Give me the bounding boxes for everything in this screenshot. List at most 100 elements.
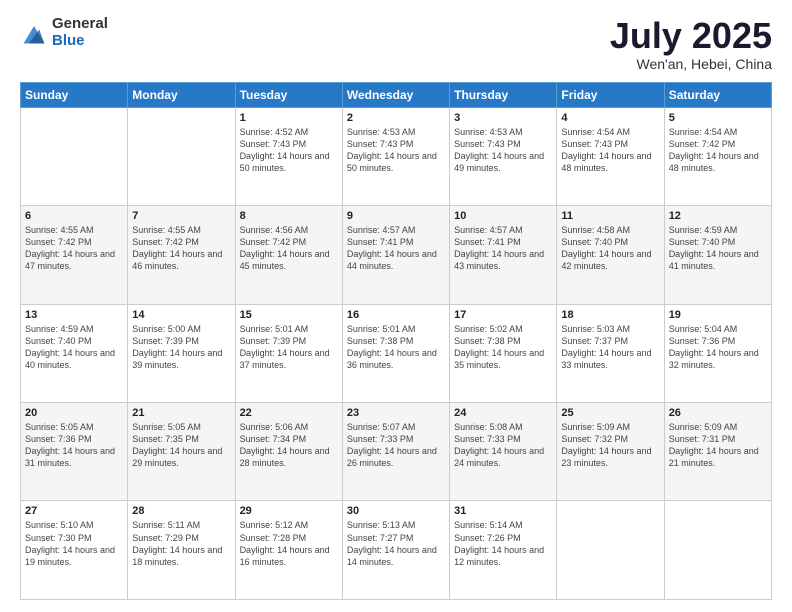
day-cell (128, 107, 235, 205)
day-number: 19 (669, 309, 767, 321)
day-cell: 29Sunrise: 5:12 AM Sunset: 7:28 PM Dayli… (235, 501, 342, 600)
day-cell: 18Sunrise: 5:03 AM Sunset: 7:37 PM Dayli… (557, 304, 664, 402)
day-info: Sunrise: 5:08 AM Sunset: 7:33 PM Dayligh… (454, 421, 552, 470)
day-cell: 5 Sunrise: 4:54 AM Sunset: 7:42 PM Daylig… (664, 107, 771, 205)
week-row-5: 27Sunrise: 5:10 AM Sunset: 7:30 PM Dayli… (21, 501, 772, 600)
day-number: 30 (347, 505, 445, 517)
day-info: Sunrise: 5:14 AM Sunset: 7:26 PM Dayligh… (454, 519, 552, 568)
day-header-friday: Friday (557, 82, 664, 107)
day-cell: 1 Sunrise: 4:52 AM Sunset: 7:43 PM Daylig… (235, 107, 342, 205)
day-number: 9 (347, 210, 445, 222)
day-info: Sunrise: 5:12 AM Sunset: 7:28 PM Dayligh… (240, 519, 338, 568)
day-number: 21 (132, 407, 230, 419)
day-info: Sunrise: 4:59 AM Sunset: 7:40 PM Dayligh… (669, 224, 767, 273)
week-row-3: 13Sunrise: 4:59 AM Sunset: 7:40 PM Dayli… (21, 304, 772, 402)
day-header-monday: Monday (128, 82, 235, 107)
day-info: Sunrise: 4:54 AM Sunset: 7:42 PM Dayligh… (669, 126, 767, 175)
day-info: Sunrise: 5:03 AM Sunset: 7:37 PM Dayligh… (561, 323, 659, 372)
day-info: Sunrise: 4:52 AM Sunset: 7:43 PM Dayligh… (240, 126, 338, 175)
day-number: 11 (561, 210, 659, 222)
day-header-thursday: Thursday (450, 82, 557, 107)
week-row-2: 6 Sunrise: 4:55 AM Sunset: 7:42 PM Daylig… (21, 206, 772, 304)
day-cell: 14 Sunrise: 5:00 AM Sunset: 7:39 PM Dayli… (128, 304, 235, 402)
logo-text: General Blue (52, 16, 108, 49)
logo-icon (20, 19, 48, 47)
day-number: 8 (240, 210, 338, 222)
logo: General Blue (20, 16, 108, 49)
day-number: 20 (25, 407, 123, 419)
day-info: Sunrise: 4:57 AM Sunset: 7:41 PM Dayligh… (347, 224, 445, 273)
month-title: July 2025 (610, 16, 772, 56)
day-cell: 28Sunrise: 5:11 AM Sunset: 7:29 PM Dayli… (128, 501, 235, 600)
day-number: 12 (669, 210, 767, 222)
day-number: 6 (25, 210, 123, 222)
day-cell: 23Sunrise: 5:07 AM Sunset: 7:33 PM Dayli… (342, 403, 449, 501)
day-cell (664, 501, 771, 600)
day-number: 15 (240, 309, 338, 321)
day-info: Sunrise: 5:05 AM Sunset: 7:35 PM Dayligh… (132, 421, 230, 470)
day-info: Sunrise: 4:58 AM Sunset: 7:40 PM Dayligh… (561, 224, 659, 273)
calendar-page: General Blue July 2025 Wen'an, Hebei, Ch… (0, 0, 792, 612)
day-cell (21, 107, 128, 205)
day-info: Sunrise: 4:54 AM Sunset: 7:43 PM Dayligh… (561, 126, 659, 175)
day-info: Sunrise: 5:11 AM Sunset: 7:29 PM Dayligh… (132, 519, 230, 568)
day-info: Sunrise: 5:06 AM Sunset: 7:34 PM Dayligh… (240, 421, 338, 470)
day-cell (557, 501, 664, 600)
day-info: Sunrise: 5:04 AM Sunset: 7:36 PM Dayligh… (669, 323, 767, 372)
day-cell: 9 Sunrise: 4:57 AM Sunset: 7:41 PM Daylig… (342, 206, 449, 304)
logo-blue-text: Blue (52, 33, 108, 50)
day-header-wednesday: Wednesday (342, 82, 449, 107)
day-info: Sunrise: 5:01 AM Sunset: 7:39 PM Dayligh… (240, 323, 338, 372)
day-cell: 30Sunrise: 5:13 AM Sunset: 7:27 PM Dayli… (342, 501, 449, 600)
day-info: Sunrise: 5:10 AM Sunset: 7:30 PM Dayligh… (25, 519, 123, 568)
day-cell: 13Sunrise: 4:59 AM Sunset: 7:40 PM Dayli… (21, 304, 128, 402)
day-cell: 15 Sunrise: 5:01 AM Sunset: 7:39 PM Dayli… (235, 304, 342, 402)
day-number: 16 (347, 309, 445, 321)
day-info: Sunrise: 5:07 AM Sunset: 7:33 PM Dayligh… (347, 421, 445, 470)
day-cell: 3Sunrise: 4:53 AM Sunset: 7:43 PM Daylig… (450, 107, 557, 205)
day-cell: 24 Sunrise: 5:08 AM Sunset: 7:33 PM Dayli… (450, 403, 557, 501)
day-number: 1 (240, 112, 338, 124)
title-block: July 2025 Wen'an, Hebei, China (610, 16, 772, 72)
day-info: Sunrise: 4:56 AM Sunset: 7:42 PM Dayligh… (240, 224, 338, 273)
day-number: 4 (561, 112, 659, 124)
page-header: General Blue July 2025 Wen'an, Hebei, Ch… (20, 16, 772, 72)
week-row-1: 1 Sunrise: 4:52 AM Sunset: 7:43 PM Daylig… (21, 107, 772, 205)
day-number: 10 (454, 210, 552, 222)
day-number: 24 (454, 407, 552, 419)
day-header-saturday: Saturday (664, 82, 771, 107)
day-cell: 22 Sunrise: 5:06 AM Sunset: 7:34 PM Dayli… (235, 403, 342, 501)
day-number: 31 (454, 505, 552, 517)
day-number: 7 (132, 210, 230, 222)
day-number: 3 (454, 112, 552, 124)
day-cell: 25Sunrise: 5:09 AM Sunset: 7:32 PM Dayli… (557, 403, 664, 501)
day-cell: 10 Sunrise: 4:57 AM Sunset: 7:41 PM Dayli… (450, 206, 557, 304)
day-cell: 8 Sunrise: 4:56 AM Sunset: 7:42 PM Daylig… (235, 206, 342, 304)
day-cell: 4 Sunrise: 4:54 AM Sunset: 7:43 PM Daylig… (557, 107, 664, 205)
day-info: Sunrise: 5:05 AM Sunset: 7:36 PM Dayligh… (25, 421, 123, 470)
day-info: Sunrise: 5:09 AM Sunset: 7:31 PM Dayligh… (669, 421, 767, 470)
day-cell: 7 Sunrise: 4:55 AM Sunset: 7:42 PM Daylig… (128, 206, 235, 304)
week-row-4: 20 Sunrise: 5:05 AM Sunset: 7:36 PM Dayli… (21, 403, 772, 501)
day-info: Sunrise: 5:00 AM Sunset: 7:39 PM Dayligh… (132, 323, 230, 372)
day-number: 22 (240, 407, 338, 419)
day-info: Sunrise: 4:53 AM Sunset: 7:43 PM Dayligh… (347, 126, 445, 175)
day-number: 17 (454, 309, 552, 321)
day-cell: 27Sunrise: 5:10 AM Sunset: 7:30 PM Dayli… (21, 501, 128, 600)
day-cell: 20 Sunrise: 5:05 AM Sunset: 7:36 PM Dayli… (21, 403, 128, 501)
day-cell: 31 Sunrise: 5:14 AM Sunset: 7:26 PM Dayli… (450, 501, 557, 600)
day-info: Sunrise: 5:01 AM Sunset: 7:38 PM Dayligh… (347, 323, 445, 372)
day-info: Sunrise: 5:02 AM Sunset: 7:38 PM Dayligh… (454, 323, 552, 372)
logo-general-text: General (52, 16, 108, 33)
day-number: 14 (132, 309, 230, 321)
day-info: Sunrise: 5:09 AM Sunset: 7:32 PM Dayligh… (561, 421, 659, 470)
day-number: 26 (669, 407, 767, 419)
day-cell: 6Sunrise: 4:55 AM Sunset: 7:42 PM Daylig… (21, 206, 128, 304)
day-cell: 21 Sunrise: 5:05 AM Sunset: 7:35 PM Dayli… (128, 403, 235, 501)
location-subtitle: Wen'an, Hebei, China (610, 56, 772, 72)
day-number: 5 (669, 112, 767, 124)
day-info: Sunrise: 4:57 AM Sunset: 7:41 PM Dayligh… (454, 224, 552, 273)
day-header-tuesday: Tuesday (235, 82, 342, 107)
day-cell: 19 Sunrise: 5:04 AM Sunset: 7:36 PM Dayli… (664, 304, 771, 402)
day-info: Sunrise: 4:55 AM Sunset: 7:42 PM Dayligh… (132, 224, 230, 273)
